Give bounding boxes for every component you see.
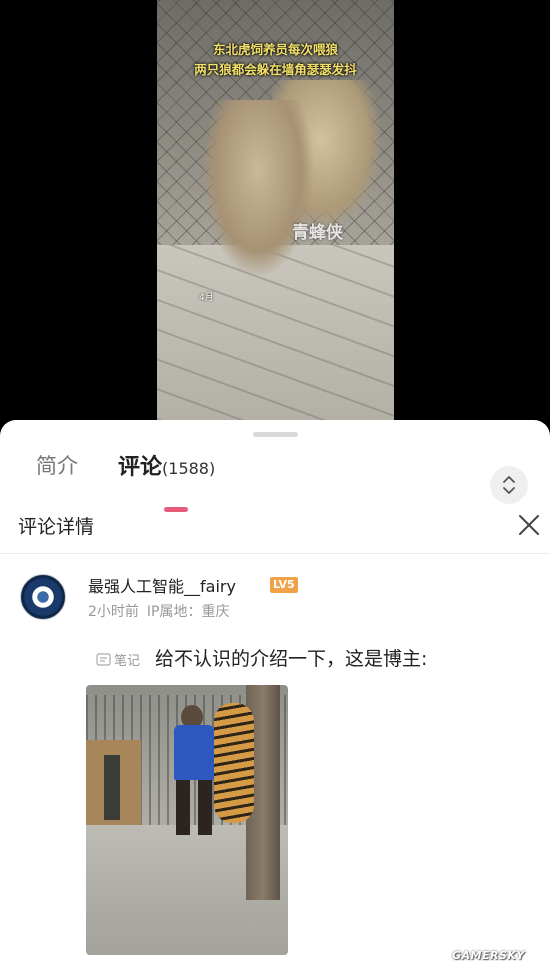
- comment-attached-image[interactable]: [86, 685, 288, 955]
- tab-comments[interactable]: 评论(1588): [118, 449, 215, 481]
- comment-count: (1588): [162, 459, 216, 478]
- tab-bar: 简介 评论(1588): [0, 444, 550, 512]
- video-player[interactable]: 东北虎饲养员每次喂狼 两只狼都会躲在墙角瑟瑟发抖 青蜂侠 4月: [0, 0, 550, 432]
- chevron-up-down-icon: [503, 476, 515, 494]
- level-badge: LV5: [270, 577, 298, 593]
- video-watermark: 青蜂侠: [292, 223, 343, 243]
- drag-handle[interactable]: [253, 432, 298, 437]
- wolf-figure: [203, 100, 313, 275]
- note-tag[interactable]: 笔记: [96, 650, 140, 669]
- comment-detail-header: 评论详情: [0, 498, 550, 554]
- image-person-legs: [176, 780, 212, 835]
- page-title: 评论详情: [18, 516, 95, 538]
- image-person: [174, 725, 214, 780]
- image-door: [104, 755, 120, 820]
- comment-text: 给不认识的介绍一下，这是博主:: [155, 648, 428, 670]
- video-caption: 东北虎饲养员每次喂狼 两只狼都会躲在墙角瑟瑟发抖: [157, 40, 394, 80]
- comment-sheet: 简介 评论(1588) 评论详情 最强人工智能__fairy LV5 2小时前 I…: [0, 420, 550, 970]
- comment-time: 2小时前: [88, 604, 139, 620]
- note-tag-label: 笔记: [114, 654, 141, 669]
- note-icon: [96, 653, 111, 666]
- comment-ip-location: IP属地：重庆: [146, 604, 230, 620]
- site-watermark: GAMERSKY: [452, 949, 525, 962]
- tab-intro[interactable]: 简介: [36, 450, 78, 480]
- avatar[interactable]: [20, 574, 66, 620]
- comment-username[interactable]: 最强人工智能__fairy: [88, 573, 236, 597]
- video-caption-line: 东北虎饲养员每次喂狼: [212, 42, 338, 57]
- comment-meta: 2小时前 IP属地：重庆: [88, 601, 238, 621]
- video-small-label: 4月: [199, 293, 214, 303]
- video-caption-line: 两只狼都会躲在墙角瑟瑟发抖: [194, 62, 357, 77]
- image-tiger: [214, 703, 254, 823]
- close-button[interactable]: [512, 508, 546, 542]
- close-icon: [519, 515, 539, 535]
- video-frame[interactable]: 东北虎饲养员每次喂狼 两只狼都会躲在墙角瑟瑟发抖 青蜂侠 4月: [157, 0, 394, 420]
- tab-comments-label: 评论: [118, 455, 163, 480]
